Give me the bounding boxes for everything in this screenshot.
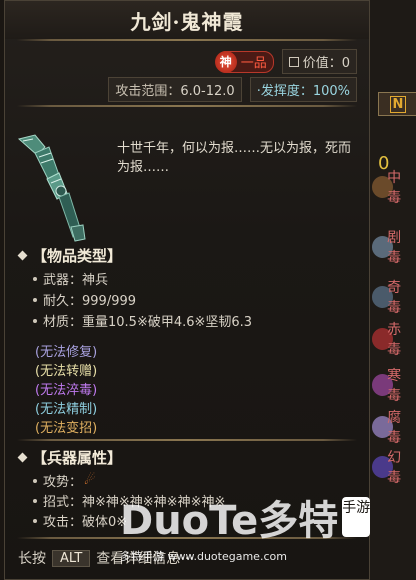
side-item-2[interactable]: 剧毒 <box>372 230 414 266</box>
watermark-subtitle: 多特手游 www.duotegame.com <box>120 550 287 563</box>
weapon-type-line: 武器：神兵 <box>33 269 108 288</box>
rank-label: 一品 <box>240 56 267 71</box>
stat-row: 攻击范围：6.0-12.0 ·发挥度：100% <box>108 77 357 102</box>
bullet-icon <box>33 518 37 523</box>
diamond-icon <box>17 250 28 261</box>
side-item-1[interactable]: 中毒 <box>372 170 414 206</box>
stance-line: 攻势： ☄ <box>33 471 96 490</box>
tag-no-refine: (无法精制) <box>35 402 98 417</box>
divider <box>17 439 357 441</box>
filter-button[interactable]: N <box>378 92 416 116</box>
side-item-7[interactable]: 幻毒 <box>372 450 414 486</box>
bullet-icon <box>33 297 37 302</box>
coin-icon <box>288 56 299 67</box>
divider <box>17 105 357 107</box>
side-item-5[interactable]: 寒毒 <box>372 368 414 404</box>
tag-no-gift: (无法转赠) <box>35 364 98 379</box>
tag-no-move-change: (无法变招) <box>35 421 98 436</box>
bullet-icon <box>33 276 37 281</box>
item-description: 十世千年，何以为报……无以为报，死而为报…… <box>117 141 352 175</box>
bullet-icon <box>33 318 37 323</box>
weapon-attrs-heading: 【兵器属性】 <box>17 447 122 468</box>
fire-icon: ☄ <box>84 473 96 488</box>
watermark-badge: 手游 <box>342 497 371 537</box>
value-label: 价值：0 <box>302 56 350 71</box>
rank-icon: 神 <box>214 50 237 73</box>
watermark: DuoTe多特 手游 多特手游 www.duotegame.com <box>120 488 410 568</box>
item-type-heading: 【物品类型】 <box>17 245 122 266</box>
bullet-icon <box>33 478 37 483</box>
value-box: 价值：0 <box>281 49 357 74</box>
tag-no-poison: (无法淬毒) <box>35 383 98 398</box>
side-item-6[interactable]: 腐毒 <box>372 410 414 446</box>
diamond-icon <box>17 452 28 463</box>
side-item-4[interactable]: 赤毒 <box>372 322 414 358</box>
side-item-3[interactable]: 奇毒 <box>372 280 414 316</box>
mastery: ·发挥度：100% <box>249 77 357 102</box>
rank-badge: 神 一品 <box>214 50 274 73</box>
title-bar: 九剑·鬼神霞 <box>5 1 369 39</box>
filter-n-icon: N <box>389 95 407 113</box>
tag-no-repair: (无法修复) <box>35 345 98 360</box>
rank-row: 神 一品 价值：0 <box>214 49 357 74</box>
alt-key: ALT <box>52 549 91 567</box>
attack-line: 攻击：破体0※ <box>33 511 127 530</box>
bullet-icon <box>33 498 37 503</box>
weapon-image <box>17 134 86 242</box>
material-line: 材质：重量10.5※破甲4.6※坚韧6.3 <box>33 311 252 330</box>
item-name: 九剑·鬼神霞 <box>130 9 244 34</box>
watermark-logo: DuoTe多特 <box>120 498 339 544</box>
durability-line: 耐久：999/999 <box>33 290 136 309</box>
divider <box>17 39 357 41</box>
attack-range: 攻击范围：6.0-12.0 <box>108 77 242 102</box>
